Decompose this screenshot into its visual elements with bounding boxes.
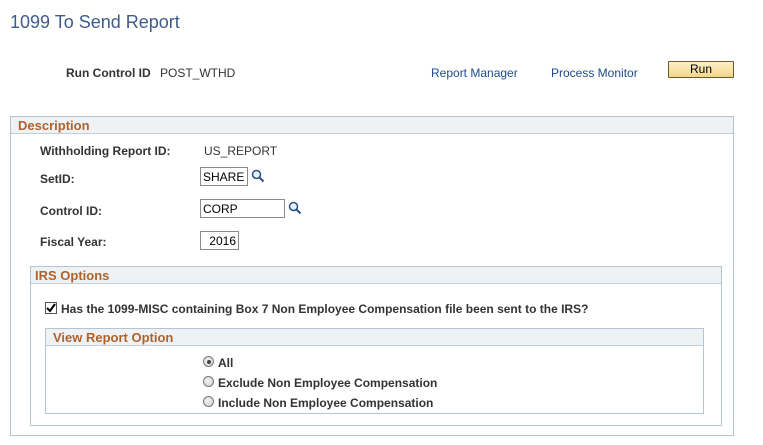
checkmark-icon	[46, 303, 56, 313]
fiscal-year-label: Fiscal Year:	[40, 235, 107, 249]
control-id-label: Control ID:	[40, 204, 102, 218]
report-manager-link[interactable]: Report Manager	[431, 66, 518, 80]
radio-include-nec[interactable]	[203, 396, 214, 407]
description-title: Description	[18, 118, 90, 133]
radio-include-nec-label: Include Non Employee Compensation	[218, 396, 434, 410]
page-title: 1099 To Send Report	[10, 12, 180, 32]
description-header: Description	[11, 117, 733, 134]
control-id-lookup-icon[interactable]	[288, 201, 302, 215]
run-control-label: Run Control ID	[66, 66, 151, 80]
run-control-value: POST_WTHD	[160, 66, 236, 80]
view-report-option-title: View Report Option	[53, 330, 174, 345]
radio-exclude-nec-label: Exclude Non Employee Compensation	[218, 376, 438, 390]
irs-sent-label: Has the 1099-MISC containing Box 7 Non E…	[61, 302, 589, 316]
withholding-report-label: Withholding Report ID:	[40, 144, 171, 158]
irs-options-header: IRS Options	[31, 267, 721, 284]
view-report-option-header: View Report Option	[46, 329, 703, 346]
radio-all[interactable]	[203, 356, 214, 367]
process-monitor-link[interactable]: Process Monitor	[551, 66, 638, 80]
setid-lookup-icon[interactable]	[251, 169, 265, 183]
irs-sent-checkbox[interactable]	[45, 302, 57, 314]
fiscal-year-field[interactable]	[200, 231, 239, 250]
radio-all-label: All	[218, 356, 234, 370]
run-button[interactable]: Run	[668, 61, 734, 78]
irs-options-title: IRS Options	[35, 268, 110, 283]
control-id-field[interactable]	[200, 199, 285, 218]
radio-exclude-nec[interactable]	[203, 376, 214, 387]
setid-field[interactable]	[200, 167, 248, 186]
withholding-report-value: US_REPORT	[204, 144, 278, 158]
setid-label: SetID:	[40, 172, 75, 186]
